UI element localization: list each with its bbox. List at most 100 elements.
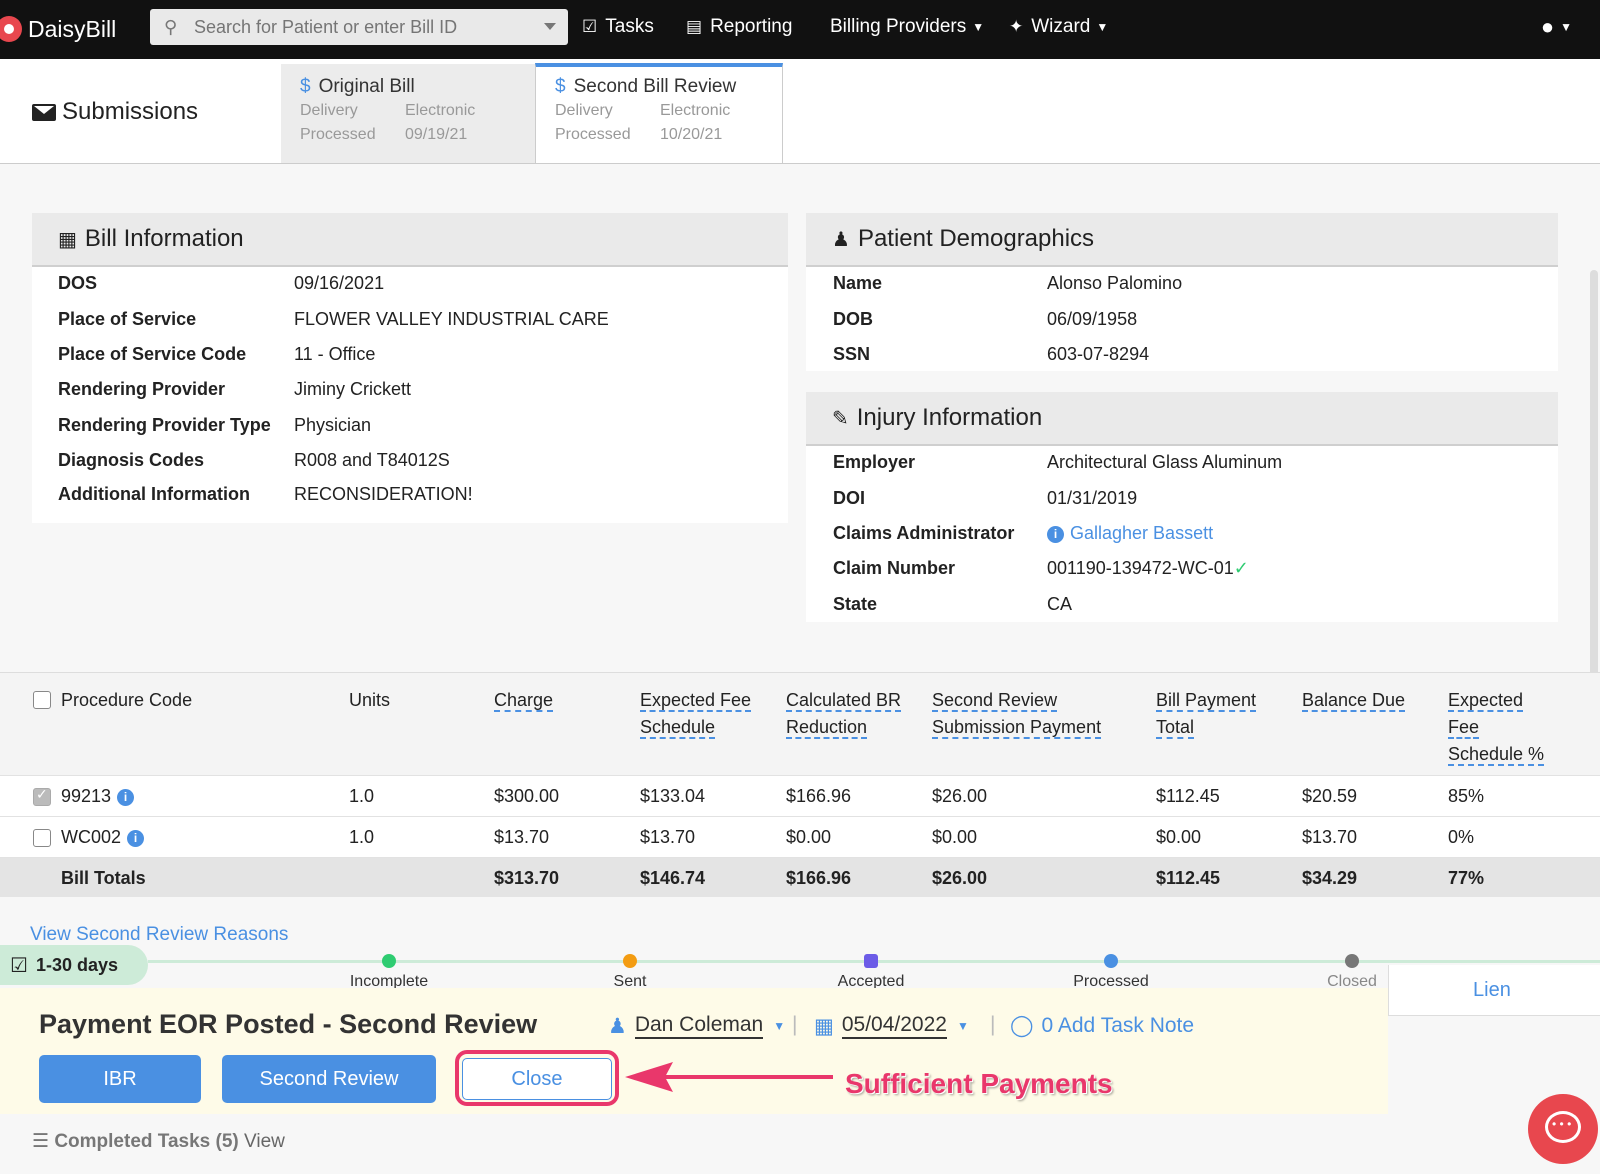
user-icon: ♟	[608, 1014, 627, 1038]
claim-number-value: 001190-139472-WC-01✓	[1047, 558, 1249, 579]
chat-icon[interactable]	[1528, 1094, 1598, 1164]
processed-status-icon	[1104, 954, 1118, 968]
panel-title: Bill Information	[84, 225, 244, 252]
efs-percent-total: 77%	[1448, 868, 1485, 888]
field-value: 603-07-8294	[1047, 344, 1150, 364]
row-checkbox[interactable]	[33, 786, 51, 806]
field-label: Diagnosis Codes	[58, 450, 205, 470]
field-value: Architectural Glass Aluminum	[1047, 452, 1283, 472]
patient-demographics-panel: ♟ Patient Demographics Name Alonso Palom…	[806, 213, 1558, 371]
accepted-status-icon	[864, 954, 878, 968]
second-review-payment-cell: $0.00	[932, 827, 978, 847]
procedure-code: WC002	[61, 827, 122, 847]
column-header[interactable]: Calculated BR Reduction	[786, 687, 902, 741]
second-review-button[interactable]: Second Review	[222, 1055, 436, 1103]
column-header[interactable]: Expected Fee Schedule %	[1448, 687, 1545, 768]
processed-value: 09/19/21	[405, 126, 468, 143]
nav-reporting[interactable]: ▤ Reporting	[686, 16, 792, 38]
chevron-down-icon: ▼	[1096, 20, 1109, 34]
search-box[interactable]: ⚲	[150, 9, 568, 45]
panel-header: ♟ Patient Demographics	[806, 213, 1558, 267]
charge-total: $313.70	[494, 868, 560, 888]
field-value: R008 and T84012S	[294, 450, 450, 470]
column-header-text: Reduction	[786, 717, 868, 739]
bill-payment-cell: $112.45	[1156, 786, 1220, 806]
br-reduction-cell: $166.96	[786, 786, 852, 806]
dollar-icon: $	[555, 76, 566, 97]
procedure-table: Procedure Code Units Charge Expected Fee…	[0, 672, 1600, 898]
due-date-dropdown[interactable]: ▦ 05/04/2022 ▼	[814, 1013, 969, 1039]
clipboard-icon: ☑	[582, 17, 598, 36]
completed-tasks[interactable]: ☰ Completed Tasks (5) View	[32, 1130, 285, 1153]
tab-lien[interactable]: Lien	[1388, 965, 1600, 1016]
field-label: Additional Information	[58, 484, 250, 504]
tab-title: $ Second Bill Review	[555, 76, 736, 98]
user-menu[interactable]: ● ▼	[1541, 14, 1572, 40]
delivery-value: Electronic	[405, 102, 476, 119]
column-header-text: Balance Due	[1302, 690, 1406, 712]
tab-second-bill-review[interactable]: $ Second Bill Review Delivery Electronic …	[535, 63, 783, 163]
assignee-name: Dan Coleman	[634, 1013, 764, 1039]
efs-percent-cell: 0%	[1448, 827, 1475, 847]
ibr-button[interactable]: IBR	[39, 1055, 201, 1103]
nav-tasks[interactable]: ☑ Tasks	[582, 16, 654, 38]
field-value: CA	[1047, 594, 1073, 614]
info-icon[interactable]: i	[127, 829, 145, 847]
chevron-down-icon[interactable]	[544, 23, 556, 30]
column-header[interactable]: Expected Fee Schedule	[640, 687, 752, 741]
column-header[interactable]: Second Review Submission Payment	[932, 687, 1102, 741]
info-icon[interactable]: i	[117, 788, 135, 806]
view-second-review-reasons-link[interactable]: View Second Review Reasons	[30, 924, 288, 946]
expected-fee-cell: $133.04	[640, 786, 706, 806]
column-header-text: Bill Payment	[1156, 690, 1257, 712]
field-label: Name	[833, 273, 883, 293]
br-reduction-cell: $0.00	[786, 827, 832, 847]
nav-billing-providers-label: Billing Providers	[830, 16, 967, 37]
annotation-label: Sufficient Payments	[845, 1068, 1113, 1099]
column-header[interactable]: Charge	[494, 687, 554, 714]
br-reduction-total: $166.96	[786, 868, 852, 888]
delivery-label: Delivery	[300, 102, 358, 119]
delivery-label: Delivery	[555, 102, 613, 119]
column-header[interactable]: Balance Due	[1302, 687, 1406, 714]
brand-name: DaisyBill	[28, 15, 117, 42]
column-header: Units	[349, 690, 391, 710]
column-header-text: Schedule	[640, 717, 716, 739]
search-input[interactable]	[192, 15, 536, 39]
closed-status-icon	[1345, 954, 1359, 968]
user-circle-icon: ●	[1540, 14, 1555, 39]
brand-logo[interactable]: DaisyBill	[0, 14, 116, 44]
bill-payment-cell: $0.00	[1156, 827, 1202, 847]
column-header-text: Submission Payment	[932, 717, 1102, 739]
lien-tab-label: Lien	[1473, 979, 1511, 1001]
column-header-text: Second Review	[932, 690, 1058, 712]
bill-payment-total: $112.45	[1156, 868, 1221, 888]
delivery-value: Electronic	[660, 102, 731, 119]
tab-title-text: Original Bill	[318, 76, 415, 97]
select-all-checkbox[interactable]	[33, 691, 51, 709]
units-cell: 1.0	[349, 827, 375, 847]
completed-tasks-view-link[interactable]: View	[244, 1131, 285, 1152]
close-button[interactable]: Close	[462, 1058, 612, 1100]
assignee-dropdown[interactable]: ♟ Dan Coleman ▼	[608, 1013, 785, 1039]
chevron-down-icon: ▼	[972, 20, 985, 34]
chevron-down-icon: ▼	[956, 1019, 969, 1033]
tab-original-bill[interactable]: $ Original Bill Delivery Electronic Proce…	[281, 64, 535, 163]
nav-billing-providers[interactable]: Billing Providers ▼	[830, 16, 984, 38]
column-header[interactable]: Bill Payment Total	[1156, 687, 1257, 741]
tab-title: $ Original Bill	[300, 76, 415, 98]
nav-wizard[interactable]: ✦ Wizard ▼	[1009, 16, 1108, 38]
add-task-note-link[interactable]: ◯ 0 Add Task Note	[1010, 1013, 1194, 1038]
list-icon: ☰	[32, 1131, 50, 1152]
info-icon: i	[1047, 525, 1064, 543]
field-label: Claim Number	[833, 558, 956, 578]
row-checkbox[interactable]	[33, 829, 51, 847]
panel-title: Patient Demographics	[857, 225, 1095, 252]
check-icon: ✓	[1233, 558, 1249, 578]
column-header-text: Total	[1156, 717, 1195, 739]
bill-totals-row: Bill Totals $313.70 $146.74 $166.96 $26.…	[0, 857, 1600, 897]
field-label: Rendering Provider Type	[58, 415, 271, 435]
efs-percent-cell: 85%	[1448, 786, 1485, 806]
balance-due-cell: $20.59	[1302, 786, 1358, 806]
claims-administrator-link[interactable]: i Gallagher Bassett	[1047, 523, 1213, 544]
